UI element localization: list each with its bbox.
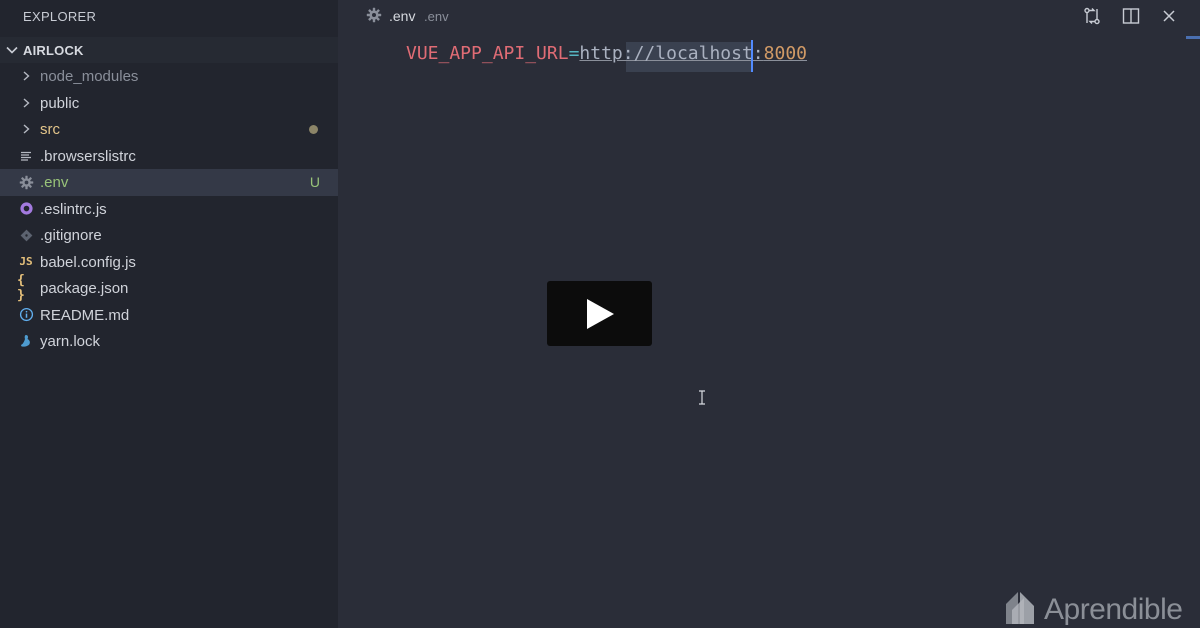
chevron-right-icon	[17, 90, 35, 117]
ibeam-cursor-icon	[698, 390, 706, 405]
js-icon: JS	[19, 255, 33, 269]
close-editor-button[interactable]	[1159, 6, 1179, 26]
env-operator: =	[568, 43, 580, 64]
gear-icon	[17, 169, 35, 196]
yarn-icon	[17, 328, 35, 355]
text-cursor	[751, 40, 753, 72]
split-editor-button[interactable]	[1121, 6, 1141, 26]
tree-item-label: .env	[40, 174, 69, 191]
tree-item-label: yarn.lock	[40, 333, 101, 350]
editor-tab-bar	[338, 0, 1200, 34]
tree-item-label: .eslintrc.js	[40, 200, 107, 218]
eslint-icon	[17, 196, 35, 223]
code-line-1[interactable]: VUE_APP_API_URL=http://localhost:8000	[406, 43, 807, 65]
info-icon	[17, 302, 35, 329]
split-editor-icon	[1122, 8, 1140, 24]
chevron-right-icon	[17, 116, 35, 143]
file-tree: node_modules public src .browserslistrc	[0, 63, 338, 355]
env-url: http://localhost:	[579, 43, 764, 64]
env-port: 8000	[763, 43, 807, 64]
tree-item-readme[interactable]: README.md	[0, 302, 338, 329]
tree-item-label: public	[40, 94, 80, 112]
tree-item-label: src	[40, 121, 60, 138]
scrollbar-indicator[interactable]	[1186, 36, 1200, 39]
modified-dot	[309, 125, 318, 134]
close-icon	[1163, 10, 1175, 22]
tree-item-public[interactable]: public	[0, 90, 338, 117]
tree-item-babel-config[interactable]: JS babel.config.js	[0, 249, 338, 276]
tree-item-label: .gitignore	[40, 227, 102, 244]
tree-item-node-modules[interactable]: node_modules	[0, 63, 338, 90]
tab-description: .env	[424, 9, 449, 24]
tree-item-label: package.json	[40, 280, 129, 297]
lines-icon	[17, 143, 35, 170]
tab-env[interactable]: .env	[389, 8, 415, 24]
tree-item-label: .browserslistrc	[40, 147, 136, 165]
gear-icon	[366, 7, 384, 25]
chevron-down-icon	[1, 37, 23, 63]
env-key: VUE_APP_API_URL	[406, 43, 569, 64]
tree-item-gitignore[interactable]: .gitignore	[0, 222, 338, 249]
tree-item-label: README.md	[40, 306, 130, 324]
watermark-text: Aprendible	[1044, 593, 1183, 626]
tree-item-browserslistrc[interactable]: .browserslistrc	[0, 143, 338, 170]
aprendible-logo-icon	[1006, 592, 1034, 624]
open-changes-button[interactable]	[1082, 6, 1102, 26]
aprendible-watermark: Aprendible	[1004, 590, 1194, 626]
tree-item-env[interactable]: .env U	[0, 169, 338, 196]
git-icon	[17, 222, 35, 249]
json-icon: { }	[17, 273, 25, 304]
tree-item-yarn-lock[interactable]: yarn.lock	[0, 328, 338, 355]
explorer-sidebar: EXPLORER AIRLOCK node_modules public src	[0, 0, 338, 628]
video-play-button[interactable]	[547, 281, 652, 346]
untracked-badge: U	[309, 174, 320, 190]
tree-item-src[interactable]: src	[0, 116, 338, 143]
tree-item-label: node_modules	[40, 68, 139, 85]
project-section-header[interactable]: AIRLOCK	[0, 37, 338, 63]
tree-item-eslintrc[interactable]: .eslintrc.js	[0, 196, 338, 223]
tree-item-label: babel.config.js	[40, 253, 136, 271]
explorer-title: EXPLORER	[23, 9, 97, 24]
play-icon	[586, 298, 614, 329]
project-name: AIRLOCK	[23, 42, 84, 58]
chevron-right-icon	[17, 63, 35, 90]
tree-item-package-json[interactable]: { } package.json	[0, 273, 338, 304]
compare-changes-icon	[1084, 7, 1100, 25]
